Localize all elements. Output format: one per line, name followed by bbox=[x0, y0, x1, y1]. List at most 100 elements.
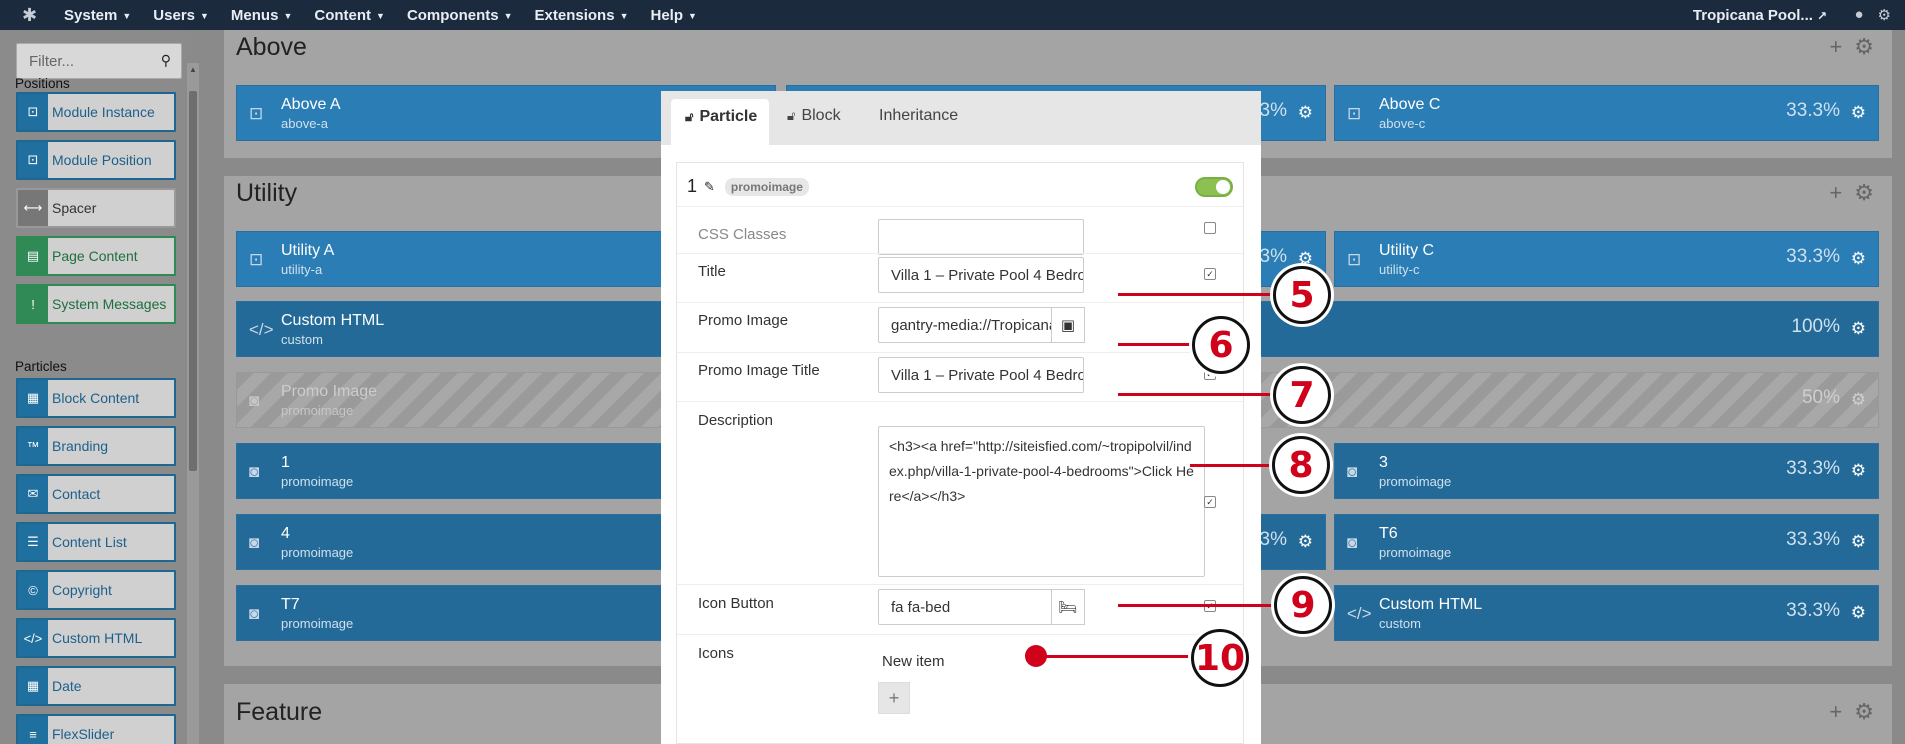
block-name: Utility A bbox=[281, 242, 335, 259]
sidebar-scrollbar[interactable]: ▲ bbox=[187, 63, 199, 744]
sidebar-item-flexslider[interactable]: ≡ FlexSlider bbox=[16, 714, 176, 744]
block-sub: above-c bbox=[1379, 116, 1426, 131]
promo-image-title-input[interactable]: Villa 1 – Private Pool 4 Bedrooms bbox=[878, 357, 1084, 393]
particle-header: 1 ✎ promoimage bbox=[687, 176, 809, 197]
envelope-icon: ✉ bbox=[18, 476, 48, 512]
caret-down-icon: ▼ bbox=[688, 10, 697, 21]
plus-icon[interactable]: + bbox=[1829, 699, 1842, 725]
gear-icon[interactable]: ⚙ bbox=[1851, 461, 1866, 481]
menu-menus[interactable]: Menus ▼ bbox=[231, 7, 292, 24]
gear-icon[interactable]: ⚙ bbox=[1851, 532, 1866, 552]
site-link[interactable]: Tropicana Pool... ↗ bbox=[1693, 7, 1827, 24]
tab-block[interactable]: 🔓︎ Block bbox=[787, 107, 841, 125]
sidebar-item-label: Module Instance bbox=[52, 104, 155, 120]
sidebar-item-date[interactable]: ▦ Date bbox=[16, 666, 176, 706]
user-icon[interactable]: ● bbox=[1854, 6, 1863, 24]
promo-image-label: Promo Image bbox=[698, 312, 789, 329]
block-name: Promo Image bbox=[281, 383, 378, 400]
block-name: T6 bbox=[1379, 525, 1398, 542]
tab-inheritance[interactable]: Inheritance bbox=[879, 107, 958, 125]
sidebar-item-block-content[interactable]: ▦ Block Content bbox=[16, 378, 176, 418]
block-utility-c[interactable]: ⊡ Utility C utility-c 33.3% ⚙ bbox=[1334, 231, 1879, 287]
sidebar-item-label: Copyright bbox=[52, 582, 112, 598]
block-custom-html-right[interactable]: </> Custom HTML custom 33.3% ⚙ bbox=[1334, 585, 1879, 641]
plus-icon[interactable]: + bbox=[1829, 34, 1842, 60]
file-icon: ▤ bbox=[18, 238, 48, 274]
sidebar-item-system-messages[interactable]: ! System Messages bbox=[16, 284, 176, 324]
plus-icon[interactable]: + bbox=[1829, 180, 1842, 206]
icons-label: Icons bbox=[698, 645, 734, 662]
menu-help[interactable]: Help ▼ bbox=[650, 7, 696, 24]
gear-icon[interactable]: ⚙ bbox=[1298, 532, 1313, 552]
bed-icon[interactable]: 🛏︎ bbox=[1051, 589, 1085, 625]
block-width: 33.3% bbox=[1786, 246, 1840, 267]
gear-icon[interactable]: ⚙ bbox=[1854, 699, 1874, 725]
sidebar-item-contact[interactable]: ✉ Contact bbox=[16, 474, 176, 514]
gear-icon[interactable]: ⚙ bbox=[1298, 103, 1313, 123]
module-icon: ⊡ bbox=[249, 104, 264, 123]
title-input[interactable]: Villa 1 – Private Pool 4 Bedrooms bbox=[878, 257, 1084, 293]
description-label: Description bbox=[698, 412, 774, 429]
sidebar-item-label: Custom HTML bbox=[52, 630, 143, 646]
particle-type-tag: promoimage bbox=[724, 177, 809, 196]
filter-input[interactable]: Filter... ⚲ bbox=[16, 43, 182, 79]
site-name: Tropicana Pool... bbox=[1692, 7, 1813, 24]
block-three[interactable]: ◙ 3 promoimage 33.3% ⚙ bbox=[1334, 443, 1879, 499]
menu-components[interactable]: Components ▼ bbox=[407, 7, 513, 24]
enabled-toggle[interactable] bbox=[1195, 177, 1233, 197]
icon-button-input[interactable]: fa fa-bed bbox=[878, 589, 1052, 625]
scrollbar-thumb[interactable] bbox=[189, 91, 197, 471]
block-sub: utility-a bbox=[281, 262, 323, 277]
callout-badge: 6 bbox=[1192, 316, 1250, 374]
sidebar-item-module-instance[interactable]: ⊡ Module Instance bbox=[16, 92, 176, 132]
block-above-c[interactable]: ⊡ Above C above-c 33.3% ⚙ bbox=[1334, 85, 1879, 141]
gear-icon[interactable]: ⚙ bbox=[1851, 390, 1866, 410]
block-sub: promoimage bbox=[281, 403, 354, 418]
css-classes-input[interactable] bbox=[878, 219, 1084, 255]
override-checkbox[interactable]: ✓ bbox=[1204, 496, 1216, 508]
block-sub: promoimage bbox=[281, 474, 354, 489]
menu-system[interactable]: System ▼ bbox=[64, 7, 131, 24]
scroll-up-icon[interactable]: ▲ bbox=[189, 65, 197, 74]
block-sub: above-a bbox=[281, 116, 328, 131]
menu-extensions[interactable]: Extensions ▼ bbox=[535, 7, 629, 24]
joomla-icon[interactable]: ✱ bbox=[22, 5, 42, 25]
gear-icon[interactable]: ⚙ bbox=[1854, 180, 1874, 206]
promo-image-input[interactable]: gantry-media://Tropicana/villa1.jpg bbox=[878, 307, 1052, 343]
block-t6[interactable]: ◙ T6 promoimage 33.3% ⚙ bbox=[1334, 514, 1879, 570]
image-picker-icon[interactable]: ▣ bbox=[1051, 307, 1085, 343]
promo-image-title-label: Promo Image Title bbox=[698, 362, 820, 379]
icons-new-item[interactable]: New item bbox=[882, 653, 945, 670]
calendar-icon: ▦ bbox=[18, 668, 48, 704]
search-icon[interactable]: ⚲ bbox=[161, 52, 171, 69]
tab-particle[interactable]: 🔓︎ Particle bbox=[671, 99, 770, 145]
sidebar-item-module-position[interactable]: ⊡ Module Position bbox=[16, 140, 176, 180]
gear-icon[interactable]: ⚙ bbox=[1851, 249, 1866, 269]
gear-icon[interactable]: ⚙ bbox=[1851, 103, 1866, 123]
menu-label: Components bbox=[406, 6, 499, 24]
block-width: 33.3% bbox=[1786, 529, 1840, 550]
sidebar-item-label: Contact bbox=[52, 486, 101, 502]
sidebar-item-custom-html[interactable]: </> Custom HTML bbox=[16, 618, 176, 658]
sidebar-item-spacer[interactable]: ⟷ Spacer bbox=[16, 188, 176, 228]
camera-icon: ◙ bbox=[249, 604, 260, 623]
override-checkbox[interactable] bbox=[1204, 222, 1216, 234]
sidebar-item-page-content[interactable]: ▤ Page Content bbox=[16, 236, 176, 276]
top-navbar: ✱ System ▼ Users ▼ Menus ▼ Content ▼ Compone… bbox=[0, 0, 1905, 30]
sidebar-item-content-list[interactable]: ☰ Content List bbox=[16, 522, 176, 562]
gear-icon[interactable]: ⚙ bbox=[1851, 319, 1866, 339]
icon-button-label: Icon Button bbox=[698, 595, 774, 612]
pencil-icon[interactable]: ✎ bbox=[704, 179, 715, 195]
gear-icon[interactable]: ⚙ bbox=[1854, 34, 1874, 60]
sidebar-item-branding[interactable]: ™ Branding bbox=[16, 426, 176, 466]
gear-icon[interactable]: ⚙ bbox=[1878, 6, 1891, 24]
sidebar-item-copyright[interactable]: © Copyright bbox=[16, 570, 176, 610]
menu-content[interactable]: Content ▼ bbox=[314, 7, 385, 24]
sidebar: Filter... ⚲ Positions ⊡ Module Instance ⊡… bbox=[0, 30, 185, 744]
override-checkbox[interactable]: ✓ bbox=[1204, 268, 1216, 280]
menu-users[interactable]: Users ▼ bbox=[153, 7, 209, 24]
gear-icon[interactable]: ⚙ bbox=[1851, 603, 1866, 623]
description-textarea[interactable]: <h3><a href="http://siteisfied.com/~trop… bbox=[878, 426, 1205, 577]
code-icon: </> bbox=[249, 320, 274, 339]
add-item-button[interactable]: + bbox=[878, 682, 910, 714]
